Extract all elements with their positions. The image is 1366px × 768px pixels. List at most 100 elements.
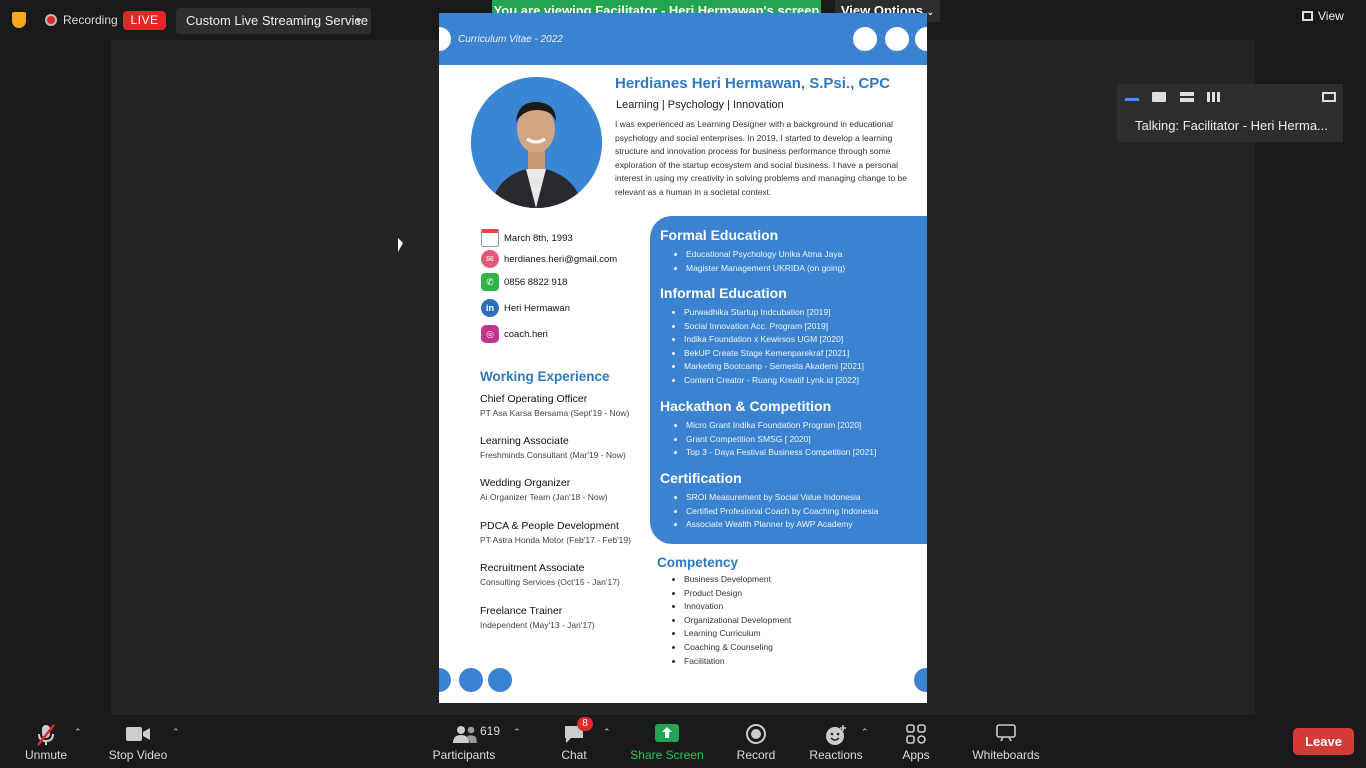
apps-label: Apps — [902, 748, 930, 762]
list-item: Top 3 - Daya Festival Business Competiti… — [686, 446, 876, 460]
decor-circle — [853, 27, 877, 51]
contact-text: herdianes.heri@gmail.com — [504, 253, 618, 265]
stream-service-dropdown[interactable]: Custom Live Streaming Service ▼ — [176, 8, 371, 34]
mouse-cursor-icon — [398, 238, 408, 252]
decor-circle — [439, 27, 451, 51]
cv-bio: I was experienced as Learning Designer w… — [615, 119, 907, 197]
job-item: Learning Associate Freshminds Consultant … — [480, 435, 626, 460]
decor-circle — [885, 27, 909, 51]
minimize-icon[interactable] — [1125, 98, 1139, 101]
whiteboards-button[interactable]: Whiteboards — [970, 715, 1042, 768]
list-item: Coaching & Counseling — [684, 641, 791, 655]
job-subtitle: Ai Organizer Team (Jan'18 - Now) — [480, 492, 608, 502]
view-label: View — [1318, 9, 1344, 23]
video-camera-icon — [126, 727, 150, 741]
job-item: PDCA & People Development PT Astra Honda … — [480, 520, 631, 545]
list-item: Marketing Bootcamp - Semesta Akademi [20… — [684, 360, 864, 374]
share-screen-button[interactable]: Share Screen — [630, 715, 704, 768]
job-subtitle: PT Asa Karsa Bersama (Sept'19 - Now) — [480, 408, 630, 418]
view-button[interactable]: View — [1302, 9, 1344, 23]
formal-education-heading: Formal Education — [660, 227, 779, 243]
formal-education-list: Educational Psychology Unika Atma Jaya M… — [686, 248, 845, 275]
job-subtitle: PT Astra Honda Motor (Feb'17 - Feb'19) — [480, 535, 631, 545]
reactions-button[interactable]: Reactions — [808, 715, 864, 768]
security-shield-icon[interactable] — [12, 12, 26, 28]
job-title: Learning Associate — [480, 435, 569, 447]
contact-linkedin: in Heri Hermawan — [481, 299, 570, 317]
list-item: BekUP Create Stage Kemenparekraf [2021] — [684, 347, 864, 361]
job-item: Freelance Trainer Independent (May'13 - J… — [480, 605, 595, 630]
profile-photo — [471, 77, 602, 208]
decor-circle — [915, 27, 927, 51]
reactions-options-chevron-icon[interactable]: ⌃ — [861, 727, 869, 738]
list-item: Business Development — [684, 573, 791, 587]
gallery-view-icon[interactable] — [1207, 92, 1221, 102]
certification-list: SROI Measurement by Social Value Indones… — [686, 491, 878, 532]
list-item: Certified Profesional Coach by Coaching … — [686, 505, 878, 519]
recording-label: Recording — [63, 13, 118, 27]
contact-email: ✉ herdianes.heri@gmail.com — [481, 250, 617, 268]
job-title: Recruitment Associate — [480, 562, 585, 574]
work-heading: Working Experience — [480, 369, 610, 384]
caret-down-icon: ▼ — [354, 16, 363, 26]
list-item: SROI Measurement by Social Value Indones… — [686, 491, 878, 505]
audio-options-chevron-icon[interactable]: ⌃ — [74, 727, 82, 738]
list-item: Product Design — [684, 587, 791, 601]
unmute-button[interactable]: Unmute — [15, 715, 77, 768]
contact-text: March 8th, 1993 — [504, 232, 573, 244]
record-button[interactable]: Record — [733, 715, 779, 768]
list-item: Facilitation — [684, 655, 791, 669]
chat-options-chevron-icon[interactable]: ⌃ — [603, 727, 611, 738]
talking-indicator: Talking: Facilitator - Heri Herma... — [1135, 118, 1328, 133]
live-badge[interactable]: LIVE — [123, 11, 166, 30]
smiley-icon — [826, 725, 846, 745]
education-panel: Formal Education Educational Psychology … — [650, 216, 927, 544]
competency-heading: Competency — [657, 555, 739, 570]
leave-button[interactable]: Leave — [1293, 728, 1354, 755]
reactions-label: Reactions — [809, 748, 863, 762]
apps-button[interactable]: Apps — [896, 715, 936, 768]
list-item: Innovation — [684, 600, 791, 614]
participants-options-chevron-icon[interactable]: ⌃ — [513, 727, 521, 738]
job-subtitle: Consulting Services (Oct'15 - Jan'17) — [480, 577, 620, 587]
list-item: Grant Competition SMSG [ 2020] — [686, 433, 876, 447]
hackathon-heading: Hackathon & Competition — [660, 398, 832, 414]
job-title: Wedding Organizer — [480, 477, 571, 489]
cv-tagline: Learning | Psychology | Innovation — [616, 99, 784, 111]
strip-view-icon[interactable] — [1180, 92, 1194, 102]
stop-video-button[interactable]: Stop Video — [105, 715, 171, 768]
stop-video-label: Stop Video — [108, 748, 168, 762]
list-item: Purwadhika Startup Indcubation [2019] — [684, 306, 864, 320]
chat-label: Chat — [561, 748, 587, 762]
participants-button[interactable]: 619 Participants — [430, 715, 500, 768]
share-screen-icon — [655, 724, 679, 742]
cv-header-label: Curriculum Vitae - 2022 — [458, 34, 563, 45]
whiteboards-label: Whiteboards — [972, 748, 1040, 762]
speaker-view-icon[interactable] — [1152, 92, 1166, 102]
record-icon — [746, 724, 766, 744]
certification-heading: Certification — [660, 470, 742, 486]
pop-out-icon[interactable] — [1322, 92, 1336, 102]
whiteboard-icon — [996, 724, 1016, 742]
chat-button[interactable]: 8 Chat — [555, 715, 593, 768]
contact-birthdate: March 8th, 1993 — [481, 229, 573, 247]
competency-list: Business Development Product Design Inno… — [684, 573, 791, 668]
decor-circle — [439, 668, 451, 692]
list-item: Organizational Development — [684, 614, 791, 628]
job-item: Recruitment Associate Consulting Services… — [480, 562, 620, 587]
job-subtitle: Independent (May'13 - Jan'17) — [480, 620, 595, 630]
recording-icon — [45, 14, 57, 26]
video-options-chevron-icon[interactable]: ⌃ — [172, 727, 180, 738]
list-item: Content Creator - Ruang Kreatif Lynk.id … — [684, 374, 864, 388]
hackathon-list: Micro Grant Indika Foundation Program [2… — [686, 419, 876, 460]
instagram-icon: ◎ — [481, 325, 499, 343]
job-title: Freelance Trainer — [480, 605, 563, 617]
participants-icon — [453, 726, 477, 743]
contact-phone: ✆ 0856 8822 918 — [481, 273, 567, 291]
job-item: Chief Operating Officer PT Asa Karsa Bers… — [480, 393, 629, 418]
linkedin-icon: in — [481, 299, 499, 317]
job-title: Chief Operating Officer — [480, 393, 588, 405]
list-item: Social Innovation Acc. Program [2019] — [684, 320, 864, 334]
email-icon: ✉ — [481, 250, 499, 268]
informal-education-heading: Informal Education — [660, 285, 787, 301]
